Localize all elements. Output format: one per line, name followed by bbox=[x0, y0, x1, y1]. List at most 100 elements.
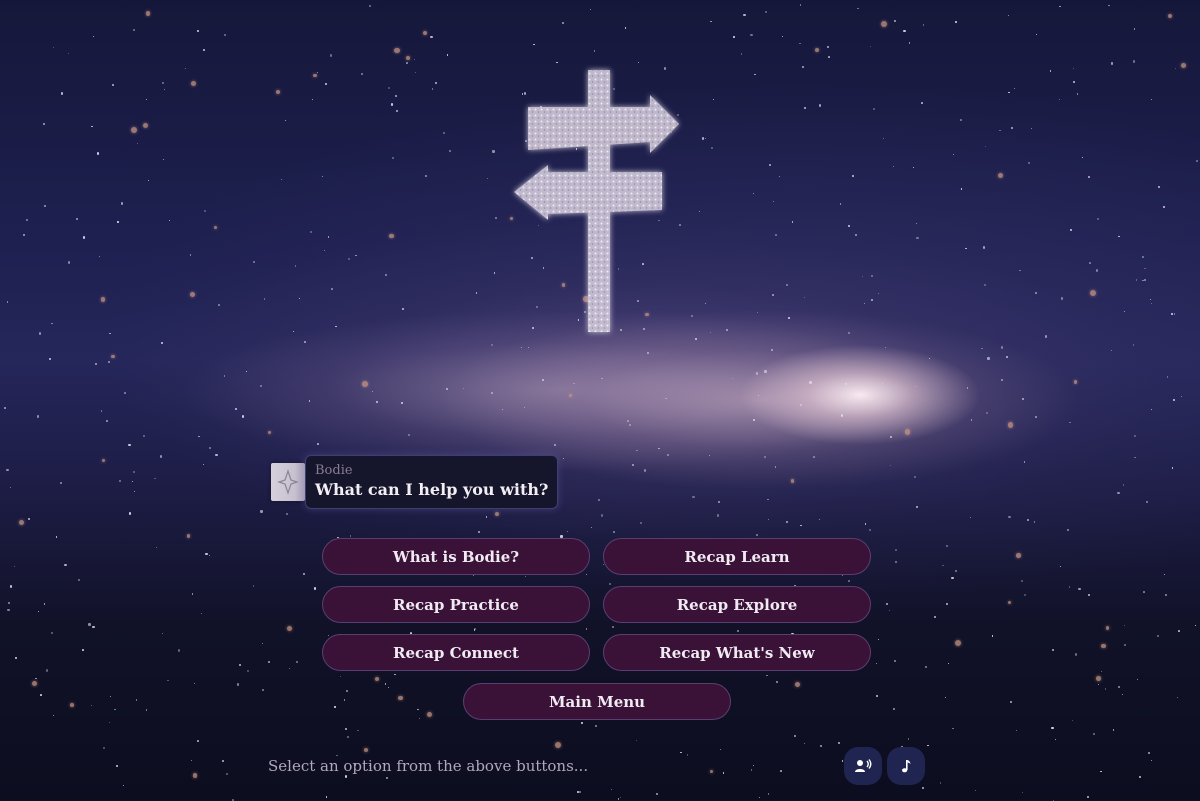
star bbox=[1051, 726, 1054, 729]
star bbox=[1096, 217, 1100, 220]
star bbox=[185, 68, 187, 70]
star bbox=[575, 148, 578, 150]
star bbox=[595, 725, 598, 727]
star bbox=[120, 202, 123, 205]
star bbox=[1008, 14, 1010, 16]
star bbox=[974, 789, 977, 792]
star bbox=[26, 219, 29, 221]
star bbox=[530, 256, 533, 259]
option-recap-learn-button[interactable]: Recap Learn bbox=[603, 538, 871, 575]
star bbox=[923, 24, 925, 26]
star bbox=[637, 61, 640, 64]
input-bar bbox=[268, 752, 828, 780]
star bbox=[389, 233, 394, 239]
star bbox=[1096, 269, 1099, 272]
star bbox=[1105, 626, 1110, 631]
star bbox=[90, 704, 93, 707]
star bbox=[904, 429, 911, 435]
star bbox=[946, 545, 948, 547]
star bbox=[960, 118, 963, 121]
star bbox=[308, 400, 311, 402]
star bbox=[818, 104, 821, 107]
star bbox=[908, 738, 910, 740]
option-recap-practice-button[interactable]: Recap Practice bbox=[322, 586, 590, 623]
option-recap-whats-new-button[interactable]: Recap What's New bbox=[603, 634, 871, 671]
star bbox=[281, 178, 283, 181]
star bbox=[335, 326, 337, 328]
star bbox=[1078, 587, 1081, 590]
star bbox=[778, 175, 780, 178]
star bbox=[1090, 289, 1097, 296]
star bbox=[6, 468, 9, 471]
music-toggle-button[interactable] bbox=[887, 747, 925, 785]
star bbox=[1098, 684, 1100, 686]
star bbox=[799, 404, 802, 407]
star bbox=[1117, 491, 1120, 495]
star bbox=[611, 134, 613, 137]
star bbox=[1030, 127, 1033, 130]
star bbox=[88, 623, 91, 626]
star bbox=[60, 92, 63, 95]
star bbox=[613, 530, 615, 533]
star bbox=[490, 344, 493, 347]
star bbox=[865, 523, 867, 525]
star bbox=[422, 31, 427, 36]
star bbox=[646, 351, 650, 355]
star bbox=[1026, 519, 1029, 522]
star bbox=[562, 457, 565, 460]
message-input[interactable] bbox=[268, 752, 828, 780]
star bbox=[334, 706, 336, 708]
star bbox=[224, 33, 227, 36]
star bbox=[1139, 775, 1142, 778]
star bbox=[59, 481, 63, 484]
star bbox=[1195, 159, 1198, 163]
star bbox=[838, 742, 841, 744]
star bbox=[573, 382, 575, 385]
star bbox=[346, 736, 349, 739]
star bbox=[608, 583, 612, 586]
star bbox=[965, 247, 967, 250]
star bbox=[814, 48, 819, 53]
star bbox=[161, 633, 164, 635]
star bbox=[96, 152, 100, 155]
star bbox=[625, 27, 627, 29]
star bbox=[839, 203, 842, 205]
star bbox=[92, 35, 95, 38]
option-recap-explore-button[interactable]: Recap Explore bbox=[603, 586, 871, 623]
star bbox=[82, 236, 86, 239]
star bbox=[740, 53, 743, 55]
star bbox=[401, 308, 404, 311]
star bbox=[1088, 176, 1090, 179]
option-what-is-bodie-button[interactable]: What is Bodie? bbox=[322, 538, 590, 575]
star bbox=[794, 735, 797, 738]
star bbox=[226, 772, 229, 775]
star bbox=[313, 73, 318, 78]
star bbox=[908, 42, 911, 44]
option-main-menu-button[interactable]: Main Menu bbox=[463, 683, 731, 720]
star bbox=[90, 125, 93, 128]
star bbox=[1142, 256, 1144, 258]
star bbox=[1147, 751, 1150, 754]
star bbox=[375, 676, 380, 681]
star bbox=[945, 697, 947, 699]
star bbox=[676, 114, 680, 117]
star bbox=[914, 385, 917, 388]
star bbox=[986, 411, 989, 414]
star bbox=[253, 261, 255, 264]
option-recap-connect-button[interactable]: Recap Connect bbox=[322, 634, 590, 671]
star bbox=[344, 727, 348, 731]
star bbox=[43, 603, 46, 605]
star bbox=[430, 35, 433, 38]
star bbox=[1033, 521, 1036, 523]
star bbox=[645, 312, 649, 317]
star bbox=[1034, 292, 1037, 295]
star bbox=[1167, 376, 1169, 378]
star bbox=[1019, 269, 1021, 272]
star bbox=[871, 274, 874, 277]
voice-toggle-button[interactable] bbox=[844, 747, 882, 785]
star bbox=[658, 448, 660, 450]
star bbox=[143, 122, 149, 128]
star bbox=[67, 261, 70, 264]
star bbox=[788, 316, 791, 319]
star bbox=[875, 662, 878, 665]
